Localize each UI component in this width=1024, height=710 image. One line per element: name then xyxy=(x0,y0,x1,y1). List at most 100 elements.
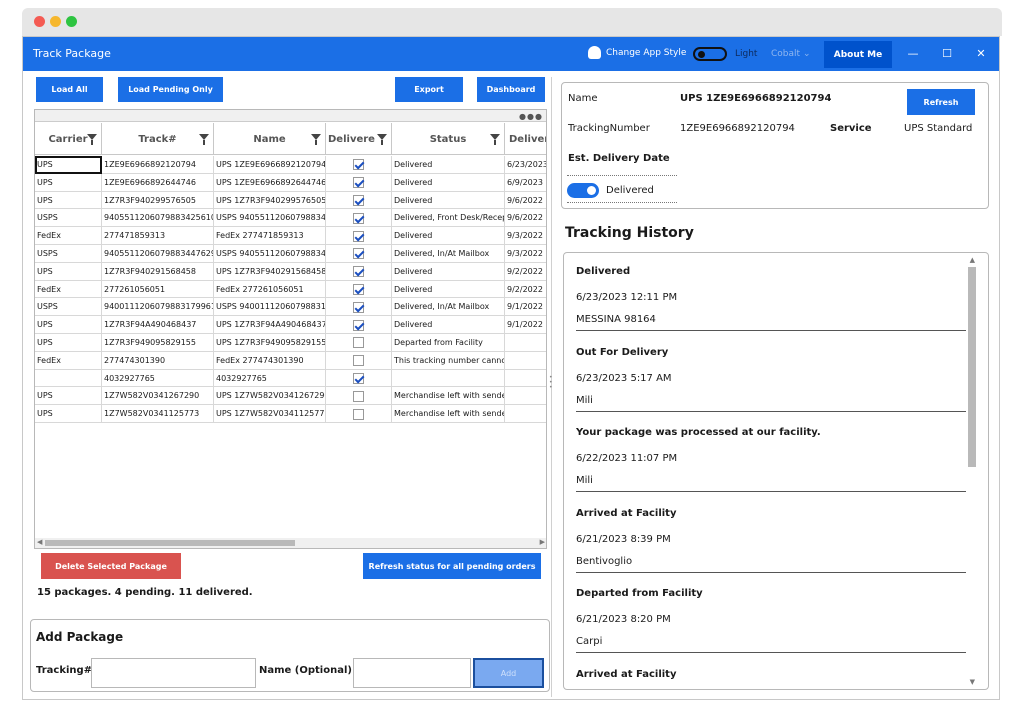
cell-carrier[interactable]: FedEx xyxy=(35,351,102,370)
zoom-window-dot[interactable] xyxy=(66,16,77,27)
delivered-checkbox[interactable] xyxy=(353,159,364,171)
cell-carrier[interactable] xyxy=(35,369,102,388)
cell-name[interactable]: FedEx 277261056051 xyxy=(214,280,326,299)
load-all-button[interactable]: Load All xyxy=(36,77,103,102)
cell-name[interactable]: USPS 9405511206079883447629 xyxy=(214,244,326,263)
cell-name[interactable]: UPS 1Z7R3F94A490468437 xyxy=(214,316,326,334)
cell-delivery-date[interactable] xyxy=(505,370,546,388)
table-row[interactable]: FedEx 277261056051 FedEx 277261056051 Deliv… xyxy=(35,280,546,299)
dashboard-button[interactable]: Dashboard xyxy=(477,77,545,102)
maximize-icon[interactable]: ☐ xyxy=(937,47,957,60)
name-input[interactable] xyxy=(353,658,471,688)
cell-delivery-date[interactable]: 9/2/2022 xyxy=(505,263,546,281)
cell-name[interactable]: UPS 1Z7R3F949095829155 xyxy=(214,333,326,352)
scroll-down-icon[interactable]: ▼ xyxy=(970,678,975,686)
table-row[interactable]: UPS 1Z7R3F940299576505 UPS 1Z7R3F940299576… xyxy=(35,191,546,210)
table-row[interactable]: UPS 1Z7R3F94A490468437 UPS 1Z7R3F94A490468… xyxy=(35,316,546,334)
refresh-button[interactable]: Refresh xyxy=(907,89,975,115)
table-row[interactable]: UPS 1ZE9E6966892120794 UPS 1ZE9E6966892120… xyxy=(35,156,546,174)
cell-status[interactable]: Merchandise left with sender xyxy=(392,387,505,406)
delivered-checkbox[interactable] xyxy=(353,283,364,295)
cell-status[interactable]: Delivered, In/At Mailbox xyxy=(392,244,505,263)
cell-track[interactable]: 4032927765 xyxy=(102,369,214,388)
cell-delivery-date[interactable]: 9/2/2022 xyxy=(505,281,546,299)
cell-name[interactable]: 4032927765 xyxy=(214,369,326,388)
splitter-grip-icon[interactable]: • • • xyxy=(549,375,553,391)
minimize-icon[interactable]: — xyxy=(903,47,923,60)
cell-name[interactable]: FedEx 277474301390 xyxy=(214,351,326,370)
delivered-checkbox[interactable] xyxy=(353,230,364,242)
cell-delivery-date[interactable] xyxy=(505,405,546,423)
cell-carrier[interactable]: UPS xyxy=(35,316,102,334)
tracking-input[interactable] xyxy=(91,658,256,688)
about-me-button[interactable]: About Me xyxy=(824,41,892,68)
column-header-delivery-date[interactable]: Deliver xyxy=(505,123,546,155)
delivered-checkbox[interactable] xyxy=(353,355,364,367)
table-row[interactable]: USPS 9400111206079883179961 USPS 940011120… xyxy=(35,298,546,317)
cell-delivery-date[interactable]: 9/6/2022 xyxy=(505,192,546,210)
cell-track[interactable]: 277471859313 xyxy=(102,227,214,245)
delivered-checkbox[interactable] xyxy=(353,408,364,420)
cell-status[interactable]: Delivered xyxy=(392,191,505,210)
cell-carrier[interactable]: USPS xyxy=(35,244,102,263)
column-header-carrier[interactable]: Carrier xyxy=(35,123,102,155)
cell-name[interactable]: FedEx 277471859313 xyxy=(214,227,326,245)
delivered-checkbox[interactable] xyxy=(353,390,364,402)
vertical-scroll-thumb[interactable] xyxy=(968,267,976,467)
filter-icon[interactable] xyxy=(311,134,321,145)
delivered-checkbox[interactable] xyxy=(353,177,364,189)
table-row[interactable]: FedEx 277474301390 FedEx 277474301390 This … xyxy=(35,351,546,370)
cell-track[interactable]: 1Z7W582V0341267290 xyxy=(102,387,214,406)
cell-status[interactable]: Delivered xyxy=(392,262,505,281)
cell-name[interactable]: UPS 1Z7R3F940299576505 xyxy=(214,191,326,210)
table-row[interactable]: UPS 1Z7R3F940291568458 UPS 1Z7R3F940291568… xyxy=(35,262,546,281)
table-row[interactable]: FedEx 277471859313 FedEx 277471859313 Deliv… xyxy=(35,227,546,245)
filter-icon[interactable] xyxy=(377,134,387,145)
cell-track[interactable]: 277261056051 xyxy=(102,280,214,299)
horizontal-scrollbar[interactable]: ◀ ▶ xyxy=(35,538,546,548)
delivered-toggle[interactable] xyxy=(567,183,599,198)
delivered-checkbox[interactable] xyxy=(353,194,364,206)
cell-carrier[interactable]: UPS xyxy=(35,191,102,210)
delivered-checkbox[interactable] xyxy=(353,319,364,331)
cell-track[interactable]: 1Z7R3F94A490468437 xyxy=(102,316,214,334)
cell-status[interactable]: This tracking number cannot be found xyxy=(392,351,505,370)
cell-name[interactable]: USPS 9405511206079883425610 xyxy=(214,209,326,228)
cell-status[interactable]: Delivered, Front Desk/Reception xyxy=(392,209,505,228)
delete-package-button[interactable]: Delete Selected Package xyxy=(41,553,181,579)
cell-carrier[interactable]: FedEx xyxy=(35,280,102,299)
cell-status[interactable]: Merchandise left with sender xyxy=(392,405,505,423)
filter-icon[interactable] xyxy=(490,134,500,145)
delivered-checkbox[interactable] xyxy=(353,301,364,313)
delivered-checkbox[interactable] xyxy=(353,372,364,384)
column-header-status[interactable]: Status xyxy=(392,123,505,155)
add-button[interactable]: Add xyxy=(473,658,544,688)
cell-name[interactable]: UPS 1ZE9E6966892120794 xyxy=(214,156,326,174)
cell-track[interactable]: 1Z7W582V0341125773 xyxy=(102,405,214,423)
cell-track[interactable]: 1Z7R3F940299576505 xyxy=(102,191,214,210)
cell-track[interactable]: 1ZE9E6966892120794 xyxy=(102,156,214,174)
delivered-checkbox[interactable] xyxy=(353,337,364,349)
close-window-dot[interactable] xyxy=(34,16,45,27)
cell-carrier[interactable]: UPS xyxy=(35,173,102,192)
cell-status[interactable]: Delivered xyxy=(392,280,505,299)
delivered-checkbox[interactable] xyxy=(353,248,364,260)
cell-status[interactable]: Delivered xyxy=(392,227,505,245)
scroll-right-icon[interactable]: ▶ xyxy=(540,538,545,546)
cell-carrier[interactable]: UPS xyxy=(35,387,102,406)
column-header-delivered[interactable]: Delivere xyxy=(326,123,392,155)
cell-status[interactable]: Delivered xyxy=(392,316,505,334)
load-pending-button[interactable]: Load Pending Only xyxy=(118,77,223,102)
horizontal-scroll-thumb[interactable] xyxy=(45,540,295,546)
table-row[interactable]: 4032927765 4032927765 xyxy=(35,369,546,388)
cell-delivery-date[interactable]: 9/6/2022 xyxy=(505,209,546,227)
filter-icon[interactable] xyxy=(87,134,97,145)
cell-carrier[interactable]: USPS xyxy=(35,298,102,317)
cell-delivery-date[interactable] xyxy=(505,387,546,405)
cell-delivery-date[interactable]: 6/23/2023 xyxy=(505,156,546,174)
cell-status[interactable]: Departed from Facility xyxy=(392,333,505,352)
cell-delivery-date[interactable]: 9/1/2022 xyxy=(505,298,546,316)
delivered-checkbox[interactable] xyxy=(353,212,364,224)
cell-carrier[interactable]: USPS xyxy=(35,209,102,228)
cell-delivery-date[interactable] xyxy=(505,334,546,352)
